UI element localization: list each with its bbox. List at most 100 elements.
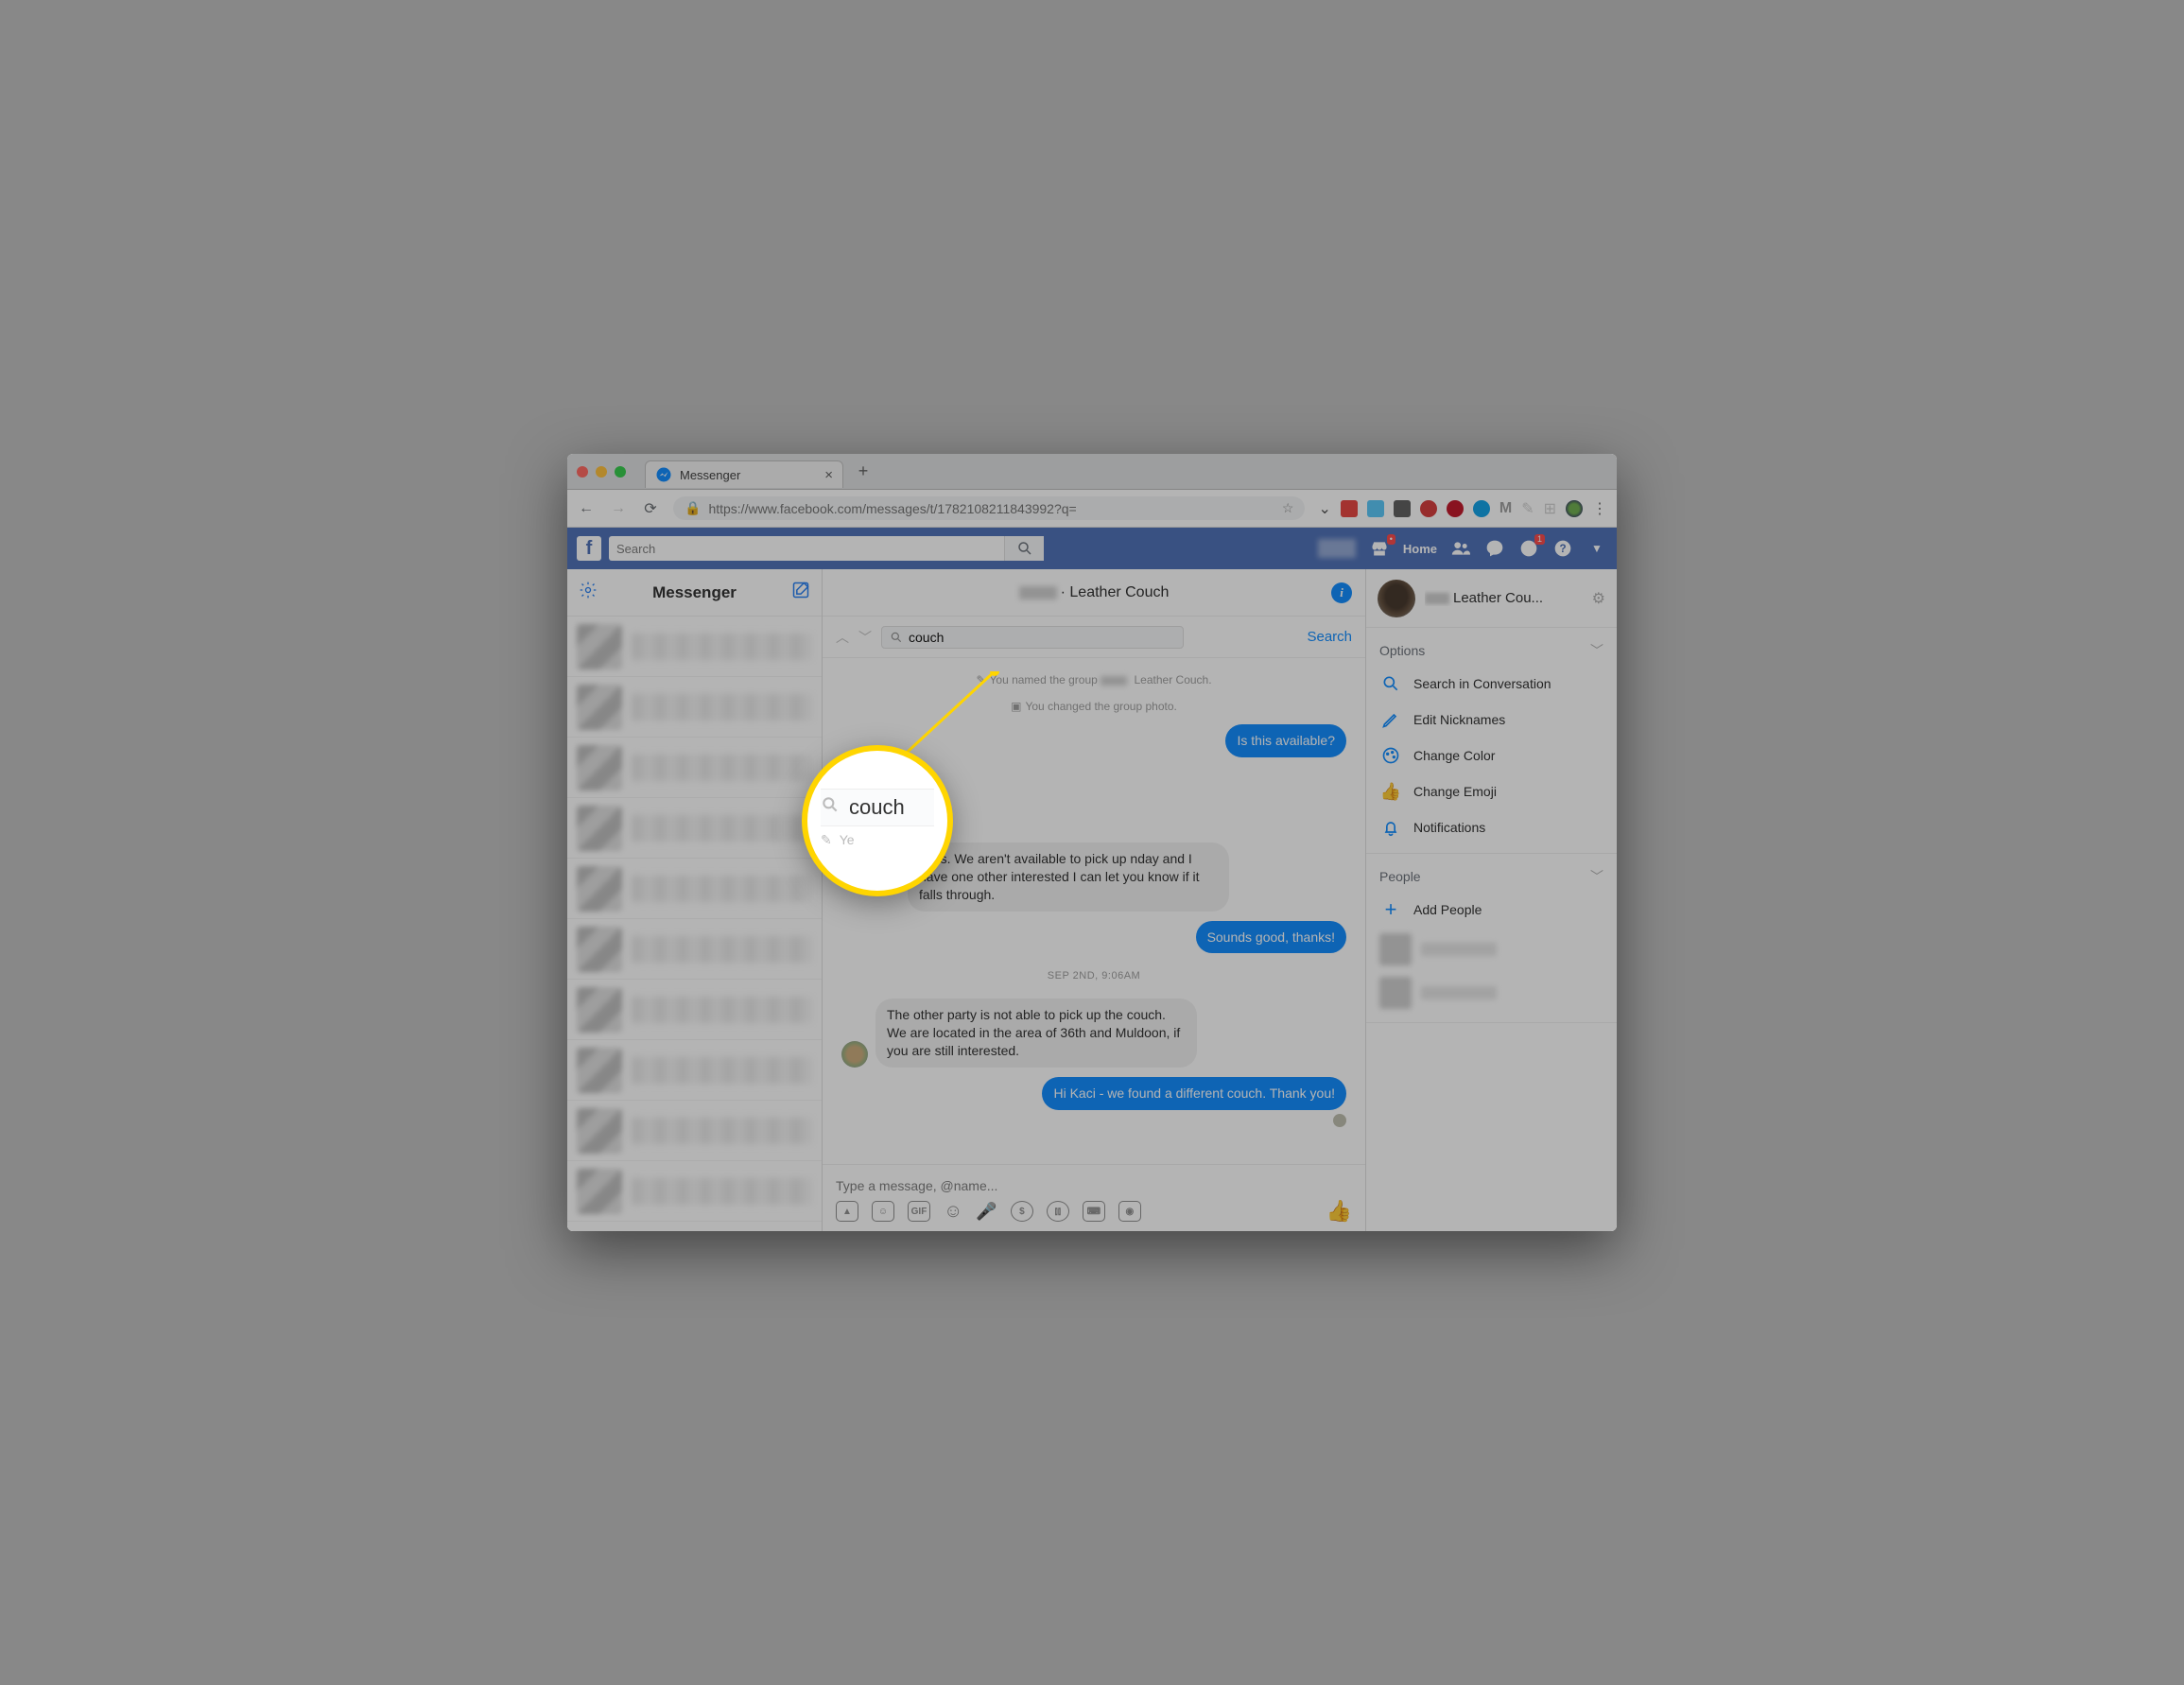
chat-search-input[interactable] xyxy=(909,630,1175,645)
chevron-down-icon: ﹀ xyxy=(1590,641,1603,660)
people-section: People ﹀ + Add People xyxy=(1366,854,1617,1023)
conversation-item[interactable] xyxy=(567,980,822,1040)
tab-close-button[interactable]: × xyxy=(824,467,833,483)
people-header[interactable]: People ﹀ xyxy=(1366,861,1617,892)
settings-gear-icon[interactable] xyxy=(579,581,598,604)
thumbs-up-icon: 👍 xyxy=(1381,782,1400,801)
add-people-row[interactable]: + Add People xyxy=(1366,892,1617,928)
conversation-item[interactable] xyxy=(567,738,822,798)
chat-header-title: · Leather Couch xyxy=(1061,584,1170,601)
facebook-search-button[interactable] xyxy=(1004,536,1044,561)
message-outgoing[interactable]: Is this available? xyxy=(1225,724,1346,757)
marketplace-icon[interactable]: • xyxy=(1369,538,1390,559)
chat-header-name-blurred xyxy=(1019,586,1057,599)
cast-icon[interactable] xyxy=(1394,500,1411,517)
profile-name-blurred[interactable] xyxy=(1318,539,1356,558)
facebook-search-input[interactable] xyxy=(609,542,1004,556)
notifications-row[interactable]: Notifications xyxy=(1366,809,1617,845)
help-icon[interactable]: ? xyxy=(1552,538,1573,559)
reload-button[interactable]: ⟳ xyxy=(641,499,660,518)
compose-button[interactable] xyxy=(791,581,810,604)
dropdown-icon[interactable]: ▼ xyxy=(1586,538,1607,559)
bookmark-star-icon[interactable]: ☆ xyxy=(1282,500,1294,516)
close-window-button[interactable] xyxy=(577,466,588,478)
extension-icon[interactable]: ✎ xyxy=(1521,499,1534,518)
sender-avatar[interactable] xyxy=(841,1041,868,1068)
browser-menu-button[interactable]: ⋮ xyxy=(1592,499,1607,518)
conversation-item[interactable] xyxy=(567,617,822,677)
chat-info-button[interactable]: i xyxy=(1331,582,1352,603)
messenger-title: Messenger xyxy=(652,583,737,602)
extension-icon[interactable] xyxy=(1473,500,1490,517)
message-incoming[interactable]: The other party is not able to pick up t… xyxy=(875,999,1197,1068)
minimize-window-button[interactable] xyxy=(596,466,607,478)
conversation-item[interactable] xyxy=(567,677,822,738)
composer-input[interactable] xyxy=(836,1173,1352,1199)
friends-icon[interactable] xyxy=(1450,538,1471,559)
chat-column: · Leather Couch i ︿ ﹀ Search ✎You named … xyxy=(823,569,1366,1231)
search-in-conversation-row[interactable]: Search in Conversation xyxy=(1366,666,1617,702)
messages-area[interactable]: ✎You named the group Leather Couch. ▣You… xyxy=(823,658,1365,1164)
chat-search-box[interactable] xyxy=(881,626,1184,649)
sticker-icon[interactable]: ☺ xyxy=(872,1201,894,1222)
pinterest-icon[interactable] xyxy=(1447,500,1464,517)
address-bar[interactable]: 🔒 https://www.facebook.com/messages/t/17… xyxy=(673,496,1305,520)
message-composer: ▲ ☺ GIF ☺ 🎤 $ ⫾⫾ ⌨ ◉ 👍 xyxy=(823,1164,1365,1231)
photo-icon[interactable]: ▲ xyxy=(836,1201,858,1222)
notifications-icon[interactable]: 1 xyxy=(1518,538,1539,559)
facebook-search[interactable] xyxy=(609,536,1044,561)
search-next-button[interactable]: ﹀ xyxy=(858,628,872,647)
conversation-item[interactable] xyxy=(567,798,822,859)
change-emoji-row[interactable]: 👍 Change Emoji xyxy=(1366,773,1617,809)
conversations-list[interactable] xyxy=(567,617,822,1231)
gif-icon[interactable]: GIF xyxy=(908,1201,930,1222)
emoji-icon[interactable]: ☺ xyxy=(944,1201,962,1223)
conversation-item[interactable] xyxy=(567,1040,822,1101)
search-prev-button[interactable]: ︿ xyxy=(836,628,849,647)
conversation-item[interactable] xyxy=(567,919,822,980)
people-item[interactable] xyxy=(1366,971,1617,1015)
details-gear-icon[interactable]: ⚙ xyxy=(1592,589,1605,608)
extension-icon[interactable]: M xyxy=(1499,500,1512,517)
options-header[interactable]: Options ﹀ xyxy=(1366,635,1617,666)
voice-icon[interactable]: 🎤 xyxy=(976,1202,997,1222)
extension-icon[interactable] xyxy=(1341,500,1358,517)
games-icon[interactable]: ⌨ xyxy=(1083,1201,1105,1222)
profile-avatar-icon[interactable] xyxy=(1566,500,1583,517)
camera-icon[interactable]: ◉ xyxy=(1118,1201,1141,1222)
pocket-extension-icon[interactable]: ⌄ xyxy=(1318,499,1330,518)
options-section: Options ﹀ Search in Conversation Edit Ni… xyxy=(1366,628,1617,854)
facebook-logo[interactable]: f xyxy=(577,536,601,561)
conversation-item[interactable] xyxy=(567,859,822,919)
group-avatar[interactable] xyxy=(1378,580,1415,617)
maximize-window-button[interactable] xyxy=(615,466,626,478)
thumbs-up-button[interactable]: 👍 xyxy=(1326,1199,1352,1224)
messenger-icon[interactable] xyxy=(1484,538,1505,559)
message-outgoing[interactable]: Hi Kaci - we found a different couch. Th… xyxy=(1042,1077,1346,1110)
message-incoming[interactable]: , yes. We aren't available to pick up nd… xyxy=(908,842,1229,912)
back-button[interactable]: ← xyxy=(577,500,596,517)
palette-icon xyxy=(1381,746,1400,765)
window-controls xyxy=(577,466,626,478)
facebook-nav-right: • Home 1 ? ▼ xyxy=(1318,538,1607,559)
forward-button[interactable]: → xyxy=(609,500,628,517)
payment-icon[interactable]: $ xyxy=(1011,1201,1033,1222)
home-link[interactable]: Home xyxy=(1403,542,1437,556)
system-message: ✎You named the group Leather Couch. xyxy=(841,673,1346,686)
people-item[interactable] xyxy=(1366,928,1617,971)
system-message: ▣You changed the group photo. xyxy=(841,700,1346,713)
notification-badge: 1 xyxy=(1534,534,1545,545)
change-color-row[interactable]: Change Color xyxy=(1366,738,1617,773)
extension-icon[interactable] xyxy=(1420,500,1437,517)
chat-search-button[interactable]: Search xyxy=(1307,629,1352,645)
edit-nicknames-row[interactable]: Edit Nicknames xyxy=(1366,702,1617,738)
chevron-down-icon: ﹀ xyxy=(1590,867,1603,886)
poll-icon[interactable]: ⫾⫾ xyxy=(1047,1201,1069,1222)
extension-icon[interactable]: ⊞ xyxy=(1544,499,1556,518)
browser-tab[interactable]: Messenger × xyxy=(645,460,843,488)
message-outgoing[interactable]: Sounds good, thanks! xyxy=(1196,921,1346,954)
conversation-item[interactable] xyxy=(567,1161,822,1222)
extension-icon[interactable] xyxy=(1367,500,1384,517)
new-tab-button[interactable]: + xyxy=(851,460,875,484)
conversation-item[interactable] xyxy=(567,1101,822,1161)
